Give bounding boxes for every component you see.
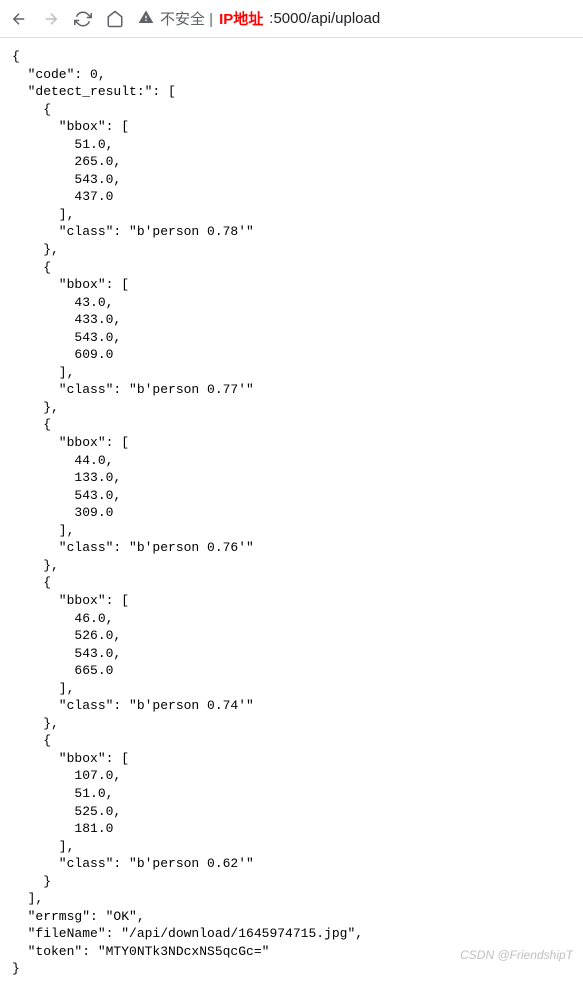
warning-icon (138, 9, 154, 29)
reload-icon[interactable] (74, 10, 92, 28)
ip-placeholder: IP地址 (219, 8, 263, 29)
address-bar[interactable]: 不安全 | IP地址 :5000/api/upload (138, 8, 573, 29)
forward-icon[interactable] (42, 10, 60, 28)
browser-toolbar: 不安全 | IP地址 :5000/api/upload (0, 0, 583, 38)
url-suffix: :5000/api/upload (269, 10, 380, 27)
back-icon[interactable] (10, 10, 28, 28)
insecure-label: 不安全 | (160, 8, 213, 29)
json-response-body: { "code": 0, "detect_result:": [ { "bbox… (0, 38, 583, 988)
watermark: CSDN @FriendshipT (460, 948, 573, 962)
home-icon[interactable] (106, 10, 124, 28)
